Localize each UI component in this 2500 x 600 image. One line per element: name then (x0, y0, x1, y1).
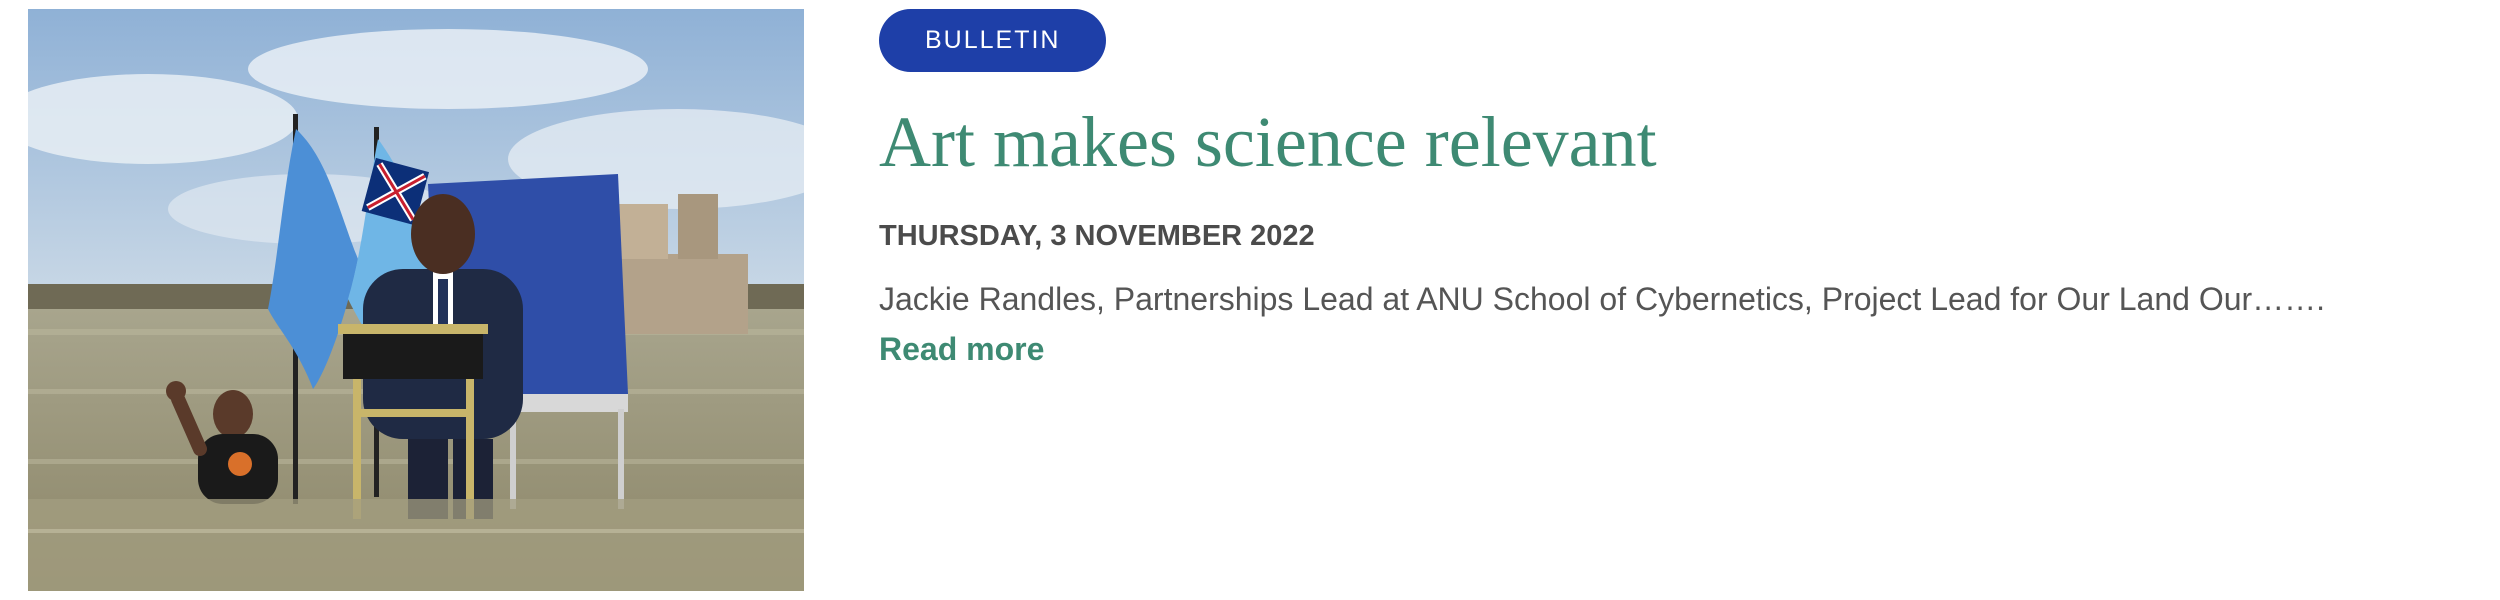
article-image[interactable] (28, 9, 804, 591)
news-card: BULLETIN Art makes science relevant THUR… (0, 0, 2500, 600)
article-content: BULLETIN Art makes science relevant THUR… (879, 9, 2439, 370)
article-date: THURSDAY, 3 NOVEMBER 2022 (879, 220, 1315, 252)
article-excerpt: Jackie Randles, Partnerships Lead at ANU… (879, 281, 2326, 317)
category-badge[interactable]: BULLETIN (879, 9, 1107, 72)
article-title[interactable]: Art makes science relevant (879, 100, 2439, 184)
read-more-link[interactable]: Read more (879, 328, 1044, 370)
